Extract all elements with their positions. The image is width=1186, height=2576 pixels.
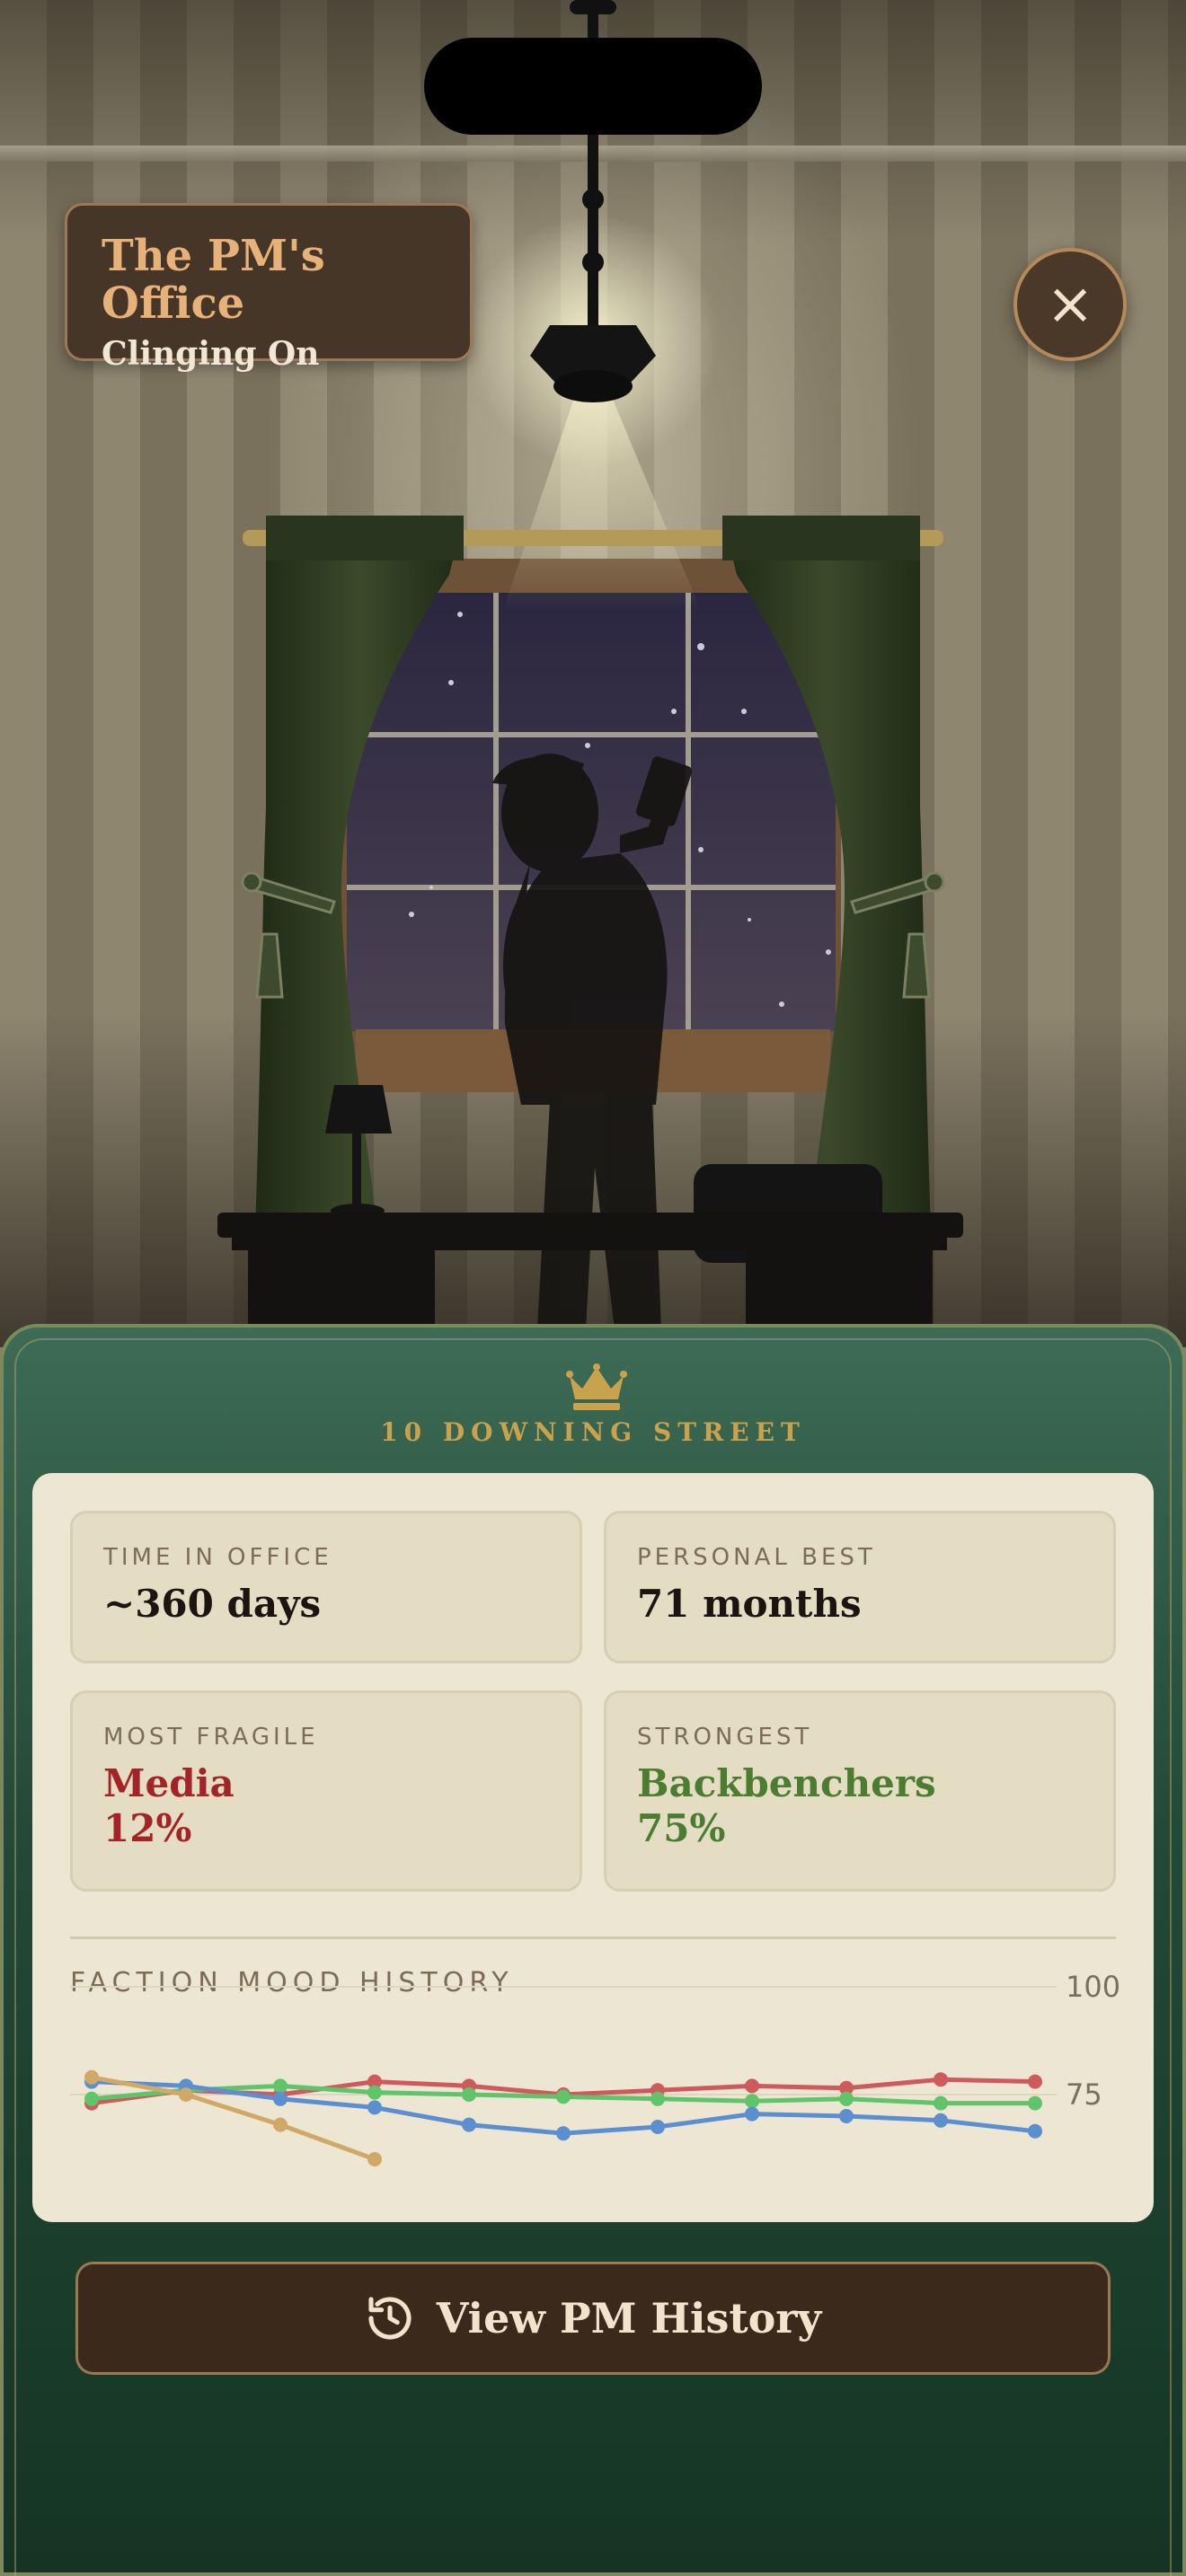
data-point — [367, 2100, 382, 2115]
view-pm-history-button[interactable]: View PM History — [75, 2262, 1111, 2375]
data-point — [273, 2091, 288, 2106]
data-point — [367, 2152, 382, 2166]
data-point — [462, 2117, 476, 2132]
data-point — [1028, 2074, 1042, 2089]
faction-mood-chart: 100 75 — [70, 1970, 1120, 2166]
office-illustration — [217, 0, 963, 1347]
data-point — [179, 2087, 193, 2102]
office-title: The PM's Office — [102, 231, 325, 329]
panel-subtitle: 10 DOWNING STREET — [380, 1417, 806, 1447]
office-title-card: The PM's Office Clinging On — [65, 203, 473, 373]
data-point — [745, 2078, 759, 2094]
data-point — [934, 2113, 948, 2128]
data-point — [651, 2091, 665, 2106]
office-status: Clinging On — [102, 334, 320, 373]
data-point — [84, 2069, 99, 2085]
data-point — [1028, 2123, 1042, 2139]
device-notch — [424, 38, 762, 135]
crown-icon — [566, 1363, 627, 1410]
data-point — [745, 2094, 759, 2109]
data-point — [839, 2109, 854, 2123]
data-point — [934, 2072, 948, 2087]
office-scene — [0, 0, 1186, 1347]
y-tick-label: 75 — [1066, 2078, 1102, 2112]
data-point — [651, 2120, 665, 2134]
stats-card: TIME IN OFFICE ~360 days PERSONAL BEST 7… — [32, 1473, 1154, 2222]
data-point — [745, 2106, 759, 2122]
y-tick-label: 100 — [1066, 1970, 1120, 2004]
data-point — [84, 2091, 99, 2106]
history-button-label: View PM History — [436, 2294, 822, 2342]
downing-street-panel: 10 DOWNING STREET TIME IN OFFICE ~360 da… — [0, 1324, 1186, 2576]
data-point — [934, 2095, 948, 2111]
data-point — [273, 2078, 288, 2094]
data-point — [556, 2126, 571, 2141]
data-point — [1028, 2095, 1042, 2111]
data-point — [556, 2089, 571, 2104]
data-point — [273, 2117, 288, 2132]
history-icon — [368, 2297, 412, 2340]
data-point — [462, 2087, 476, 2102]
data-point — [839, 2091, 854, 2106]
close-button[interactable]: × — [1013, 248, 1127, 361]
close-icon: × — [1046, 271, 1094, 338]
data-point — [367, 2085, 382, 2100]
